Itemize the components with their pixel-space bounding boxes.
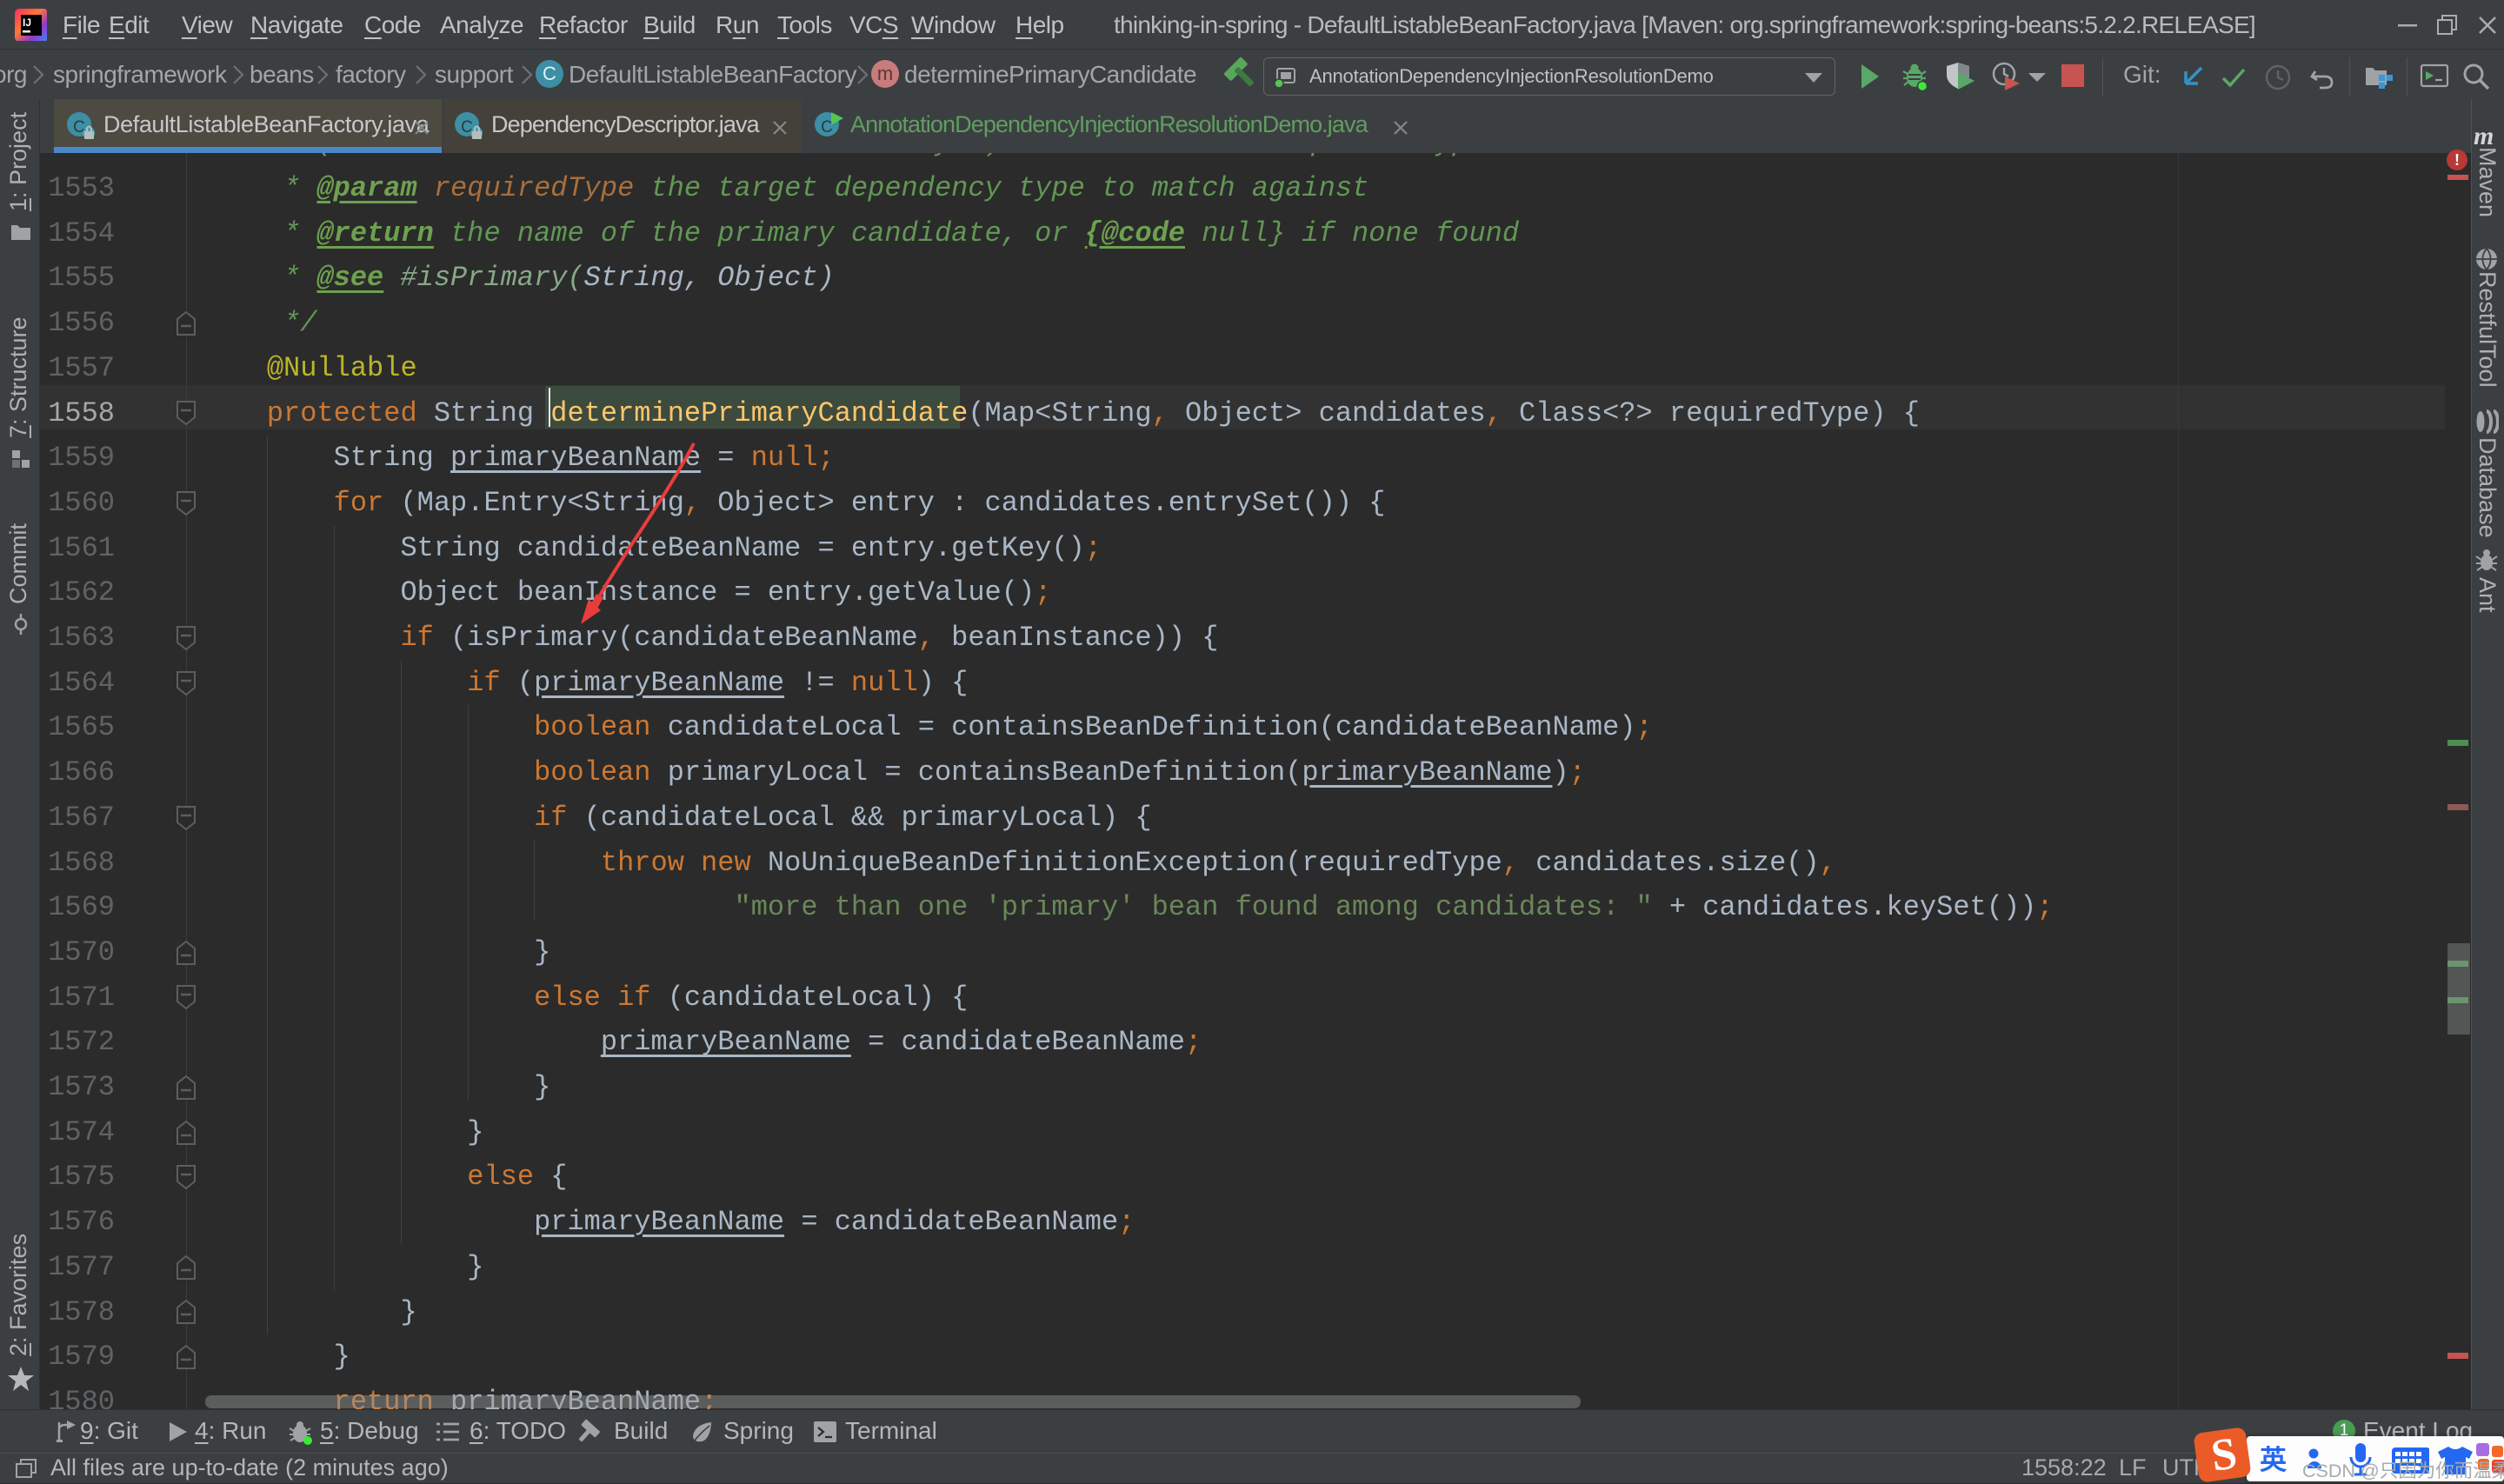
svg-text:C: C [821,118,833,136]
svg-text:IJ: IJ [23,17,31,29]
